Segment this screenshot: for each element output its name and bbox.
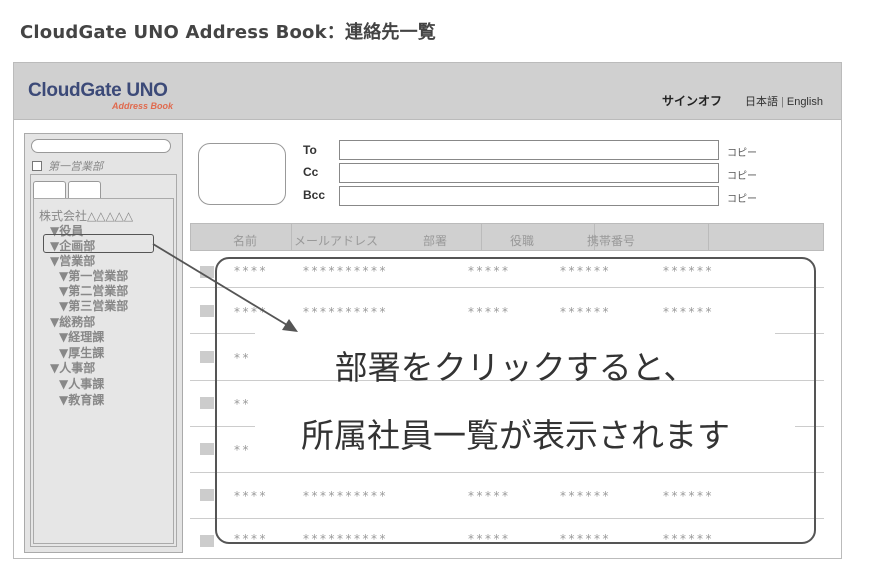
- tree-item-sales-2[interactable]: ▼第二営業部: [59, 284, 128, 298]
- sidebar-search-input[interactable]: [31, 139, 171, 153]
- col-divider: [481, 224, 482, 250]
- tree-item-hr[interactable]: ▼人事部: [50, 361, 95, 375]
- col-title[interactable]: 役職: [510, 232, 534, 249]
- dept-filter-label: 第一営業部: [48, 160, 103, 173]
- to-label: To: [303, 143, 317, 157]
- tree-item-general-affairs[interactable]: ▼総務部: [50, 315, 95, 329]
- col-mobile[interactable]: 携帯番号: [587, 232, 635, 249]
- tree-item-sales-3[interactable]: ▼第三営業部: [59, 299, 128, 313]
- page-title: CloudGate UNO Address Book：連絡先一覧: [20, 22, 436, 43]
- bcc-copy-link[interactable]: コピー: [727, 190, 757, 205]
- tree-item-sales[interactable]: ▼営業部: [50, 254, 95, 268]
- bcc-label: Bcc: [303, 188, 326, 202]
- dept-filter[interactable]: 第一営業部: [32, 158, 103, 174]
- sidebar: 第一営業部 株式会社△△△△△ ▼役員 ▼企画部 ▼営業部 ▼第一営業部 ▼第二…: [24, 133, 183, 553]
- cc-copy-link[interactable]: コピー: [727, 167, 757, 182]
- lang-japanese-link[interactable]: 日本語: [745, 96, 778, 108]
- row-select-checkbox[interactable]: [200, 443, 214, 455]
- callout-box: 部署をクリックすると、 所属社員一覧が表示されます: [215, 257, 816, 544]
- callout-line-2: 所属社員一覧が表示されます: [301, 416, 730, 455]
- tree-tab-1[interactable]: [33, 181, 66, 199]
- logo-subtitle: Address Book: [112, 101, 174, 111]
- signoff-link[interactable]: サインオフ: [662, 92, 722, 109]
- to-copy-link[interactable]: コピー: [727, 144, 757, 159]
- tree-panel: 株式会社△△△△△ ▼役員 ▼企画部 ▼営業部 ▼第一営業部 ▼第二営業部 ▼第…: [30, 174, 177, 547]
- col-name[interactable]: 名前: [233, 232, 257, 249]
- tree-tab-2[interactable]: [68, 181, 101, 199]
- row-select-checkbox[interactable]: [200, 489, 214, 501]
- lang-english-link[interactable]: English: [787, 96, 823, 108]
- row-select-checkbox[interactable]: [200, 266, 214, 278]
- bcc-input[interactable]: [339, 186, 719, 206]
- dept-filter-checkbox[interactable]: [32, 161, 42, 171]
- row-select-checkbox[interactable]: [200, 351, 214, 363]
- to-input[interactable]: [339, 140, 719, 160]
- col-email[interactable]: メールアドレス: [294, 232, 378, 249]
- app-header: CloudGate UNO Address Book サインオフ 日本語 | Eng…: [14, 63, 841, 120]
- col-dept[interactable]: 部署: [423, 232, 447, 249]
- callout-line-1: 部署をクリックすると、: [334, 348, 697, 387]
- row-select-checkbox[interactable]: [200, 305, 214, 317]
- tree-item-sales-1[interactable]: ▼第一営業部: [59, 269, 128, 283]
- language-switcher: 日本語 | English: [745, 93, 823, 109]
- tree-item-welfare[interactable]: ▼厚生課: [59, 346, 104, 360]
- lang-separator: |: [781, 96, 784, 108]
- col-divider: [291, 224, 292, 250]
- tree-item-education[interactable]: ▼教育課: [59, 393, 104, 407]
- tree-item-accounting[interactable]: ▼経理課: [59, 330, 104, 344]
- row-select-checkbox[interactable]: [200, 397, 214, 409]
- grid-header: 名前 メールアドレス 部署 役職 携帯番号: [190, 223, 824, 251]
- cc-label: Cc: [303, 165, 319, 179]
- row-select-checkbox[interactable]: [200, 535, 214, 547]
- contact-avatar: [198, 143, 286, 205]
- tree-item-hr-section[interactable]: ▼人事課: [59, 377, 104, 391]
- col-divider: [708, 224, 709, 250]
- logo[interactable]: CloudGate UNO: [28, 80, 168, 102]
- cc-input[interactable]: [339, 163, 719, 183]
- selected-dept-highlight: [43, 234, 154, 253]
- tree-item-company[interactable]: 株式会社△△△△△: [39, 209, 133, 223]
